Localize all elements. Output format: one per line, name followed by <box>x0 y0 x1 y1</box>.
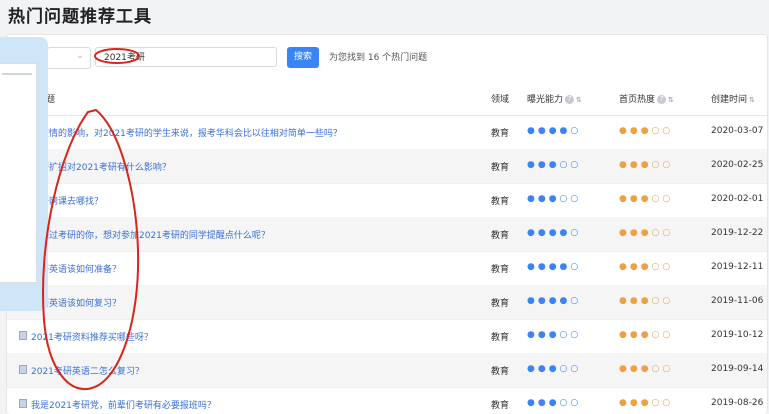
col-created[interactable]: 创建时间 ⇅ <box>711 92 755 105</box>
page-title: 热门问题推荐工具 <box>8 7 152 27</box>
table-row[interactable]: 2021考研资料推荐买哪些呀？ 教育 ●●●○○ ●●●○○ 2019-10-12 <box>7 319 767 354</box>
sort-icon[interactable]: ⇅ <box>576 96 582 104</box>
question-link[interactable]: 参加过考研的你，想对参加2021考研的同学提醒点什么呢？ <box>31 228 270 241</box>
help-icon[interactable]: ? <box>565 95 575 104</box>
date-cell: 2020-02-01 <box>711 194 764 204</box>
doc-icon <box>19 331 27 340</box>
domain-cell: 教育 <box>491 163 510 173</box>
col-hotness[interactable]: 首页热度? ⇅ <box>619 92 674 105</box>
table-row[interactable]: 考研英语该如何准备？ 教育 ●●●●○ ●●●○○ 2019-12-11 <box>7 251 767 286</box>
question-link[interactable]: 2021考研资料推荐买哪些呀？ <box>31 330 153 343</box>
result-count: 为您找到 16 个热门问题 <box>329 53 428 63</box>
question-link[interactable]: 我是2021考研党，前辈们考研有必要报班吗？ <box>31 398 216 411</box>
doc-icon <box>19 399 27 408</box>
date-cell: 2019-12-22 <box>711 228 764 238</box>
hotness-rating: ●●●○○ <box>619 126 674 136</box>
date-cell: 2019-12-11 <box>711 262 764 272</box>
table-row[interactable]: 考研英语该如何复习？ 教育 ●●●●○ ●●●○○ 2019-11-06 <box>7 285 767 320</box>
side-overlay-panel <box>0 37 48 311</box>
domain-cell: 教育 <box>491 401 510 411</box>
domain-cell: 教育 <box>491 299 510 309</box>
question-link[interactable]: 受疫情的影响，对2021考研的学生来说，报考华科会比以往相对简单一些吗？ <box>31 126 342 139</box>
domain-cell: 教育 <box>491 367 510 377</box>
chevron-down-icon: ⌄ <box>75 50 84 61</box>
table-row[interactable]: 考研网课去哪找？ 教育 ●●●○○ ●●●○○ 2020-02-01 <box>7 183 767 218</box>
help-icon[interactable]: ? <box>657 95 667 104</box>
domain-cell: 教育 <box>491 265 510 275</box>
sort-icon[interactable]: ⇅ <box>749 96 755 104</box>
date-cell: 2019-08-26 <box>711 398 764 408</box>
hotness-rating: ●●●○○ <box>619 194 674 204</box>
table-row[interactable]: 我是2021考研党，前辈们考研有必要报班吗？ 教育 ●●●○○ ●●●○○ 2019-0… <box>7 387 767 414</box>
col-hotness-label: 首页热度 <box>619 95 656 105</box>
question-link[interactable]: 2021考研英语二怎么复习？ <box>31 364 144 377</box>
date-cell: 2019-09-14 <box>711 364 764 374</box>
domain-cell: 教育 <box>491 333 510 343</box>
table-row[interactable]: 考研扩招对2021考研有什么影响？ 教育 ●●●○○ ●●●○○ 2020-02-25 <box>7 149 767 184</box>
exposure-rating: ●●●○○ <box>527 398 582 408</box>
hotness-rating: ●●●○○ <box>619 398 674 408</box>
domain-cell: 教育 <box>491 129 510 139</box>
table-row[interactable]: 2021考研英语二怎么复习？ 教育 ●●●○○ ●●●○○ 2019-09-14 <box>7 353 767 388</box>
exposure-rating: ●●●○○ <box>527 160 582 170</box>
domain-select[interactable]: ⌄ <box>47 47 91 69</box>
doc-icon <box>19 365 27 374</box>
hotness-rating: ●●●○○ <box>619 228 674 238</box>
filter-bar: ⌄ 2021考研 搜索 为您找到 16 个热门问题 <box>7 35 767 79</box>
table-row[interactable]: 参加过考研的你，想对参加2021考研的同学提醒点什么呢？ 教育 ●●●●○ ●●●○○… <box>7 217 767 252</box>
domain-cell: 教育 <box>491 197 510 207</box>
thumbnail-line <box>2 73 32 75</box>
date-cell: 2019-11-06 <box>711 296 764 306</box>
hotness-rating: ●●●○○ <box>619 330 674 340</box>
hotness-rating: ●●●○○ <box>619 364 674 374</box>
date-cell: 2020-03-07 <box>711 126 764 136</box>
col-exposure[interactable]: 曝光能力? ⇅ <box>527 92 582 105</box>
date-cell: 2020-02-25 <box>711 160 764 170</box>
col-exposure-label: 曝光能力 <box>527 95 564 105</box>
exposure-rating: ●●●●○ <box>527 228 582 238</box>
domain-cell: 教育 <box>491 231 510 241</box>
exposure-rating: ●●●●○ <box>527 296 582 306</box>
results-card: ⌄ 2021考研 搜索 为您找到 16 个热门问题 问题 领域 曝光能力?⇅ 首… <box>6 34 768 414</box>
exposure-rating: ●●●○○ <box>527 330 582 340</box>
exposure-rating: ●●●●○ <box>527 126 582 136</box>
table-header: 问题 领域 曝光能力?⇅ 首页热度?⇅ 创建时间⇅ <box>7 79 767 116</box>
hotness-rating: ●●●○○ <box>619 262 674 272</box>
hotness-rating: ●●●○○ <box>619 160 674 170</box>
exposure-rating: ●●●○○ <box>527 364 582 374</box>
search-input[interactable]: 2021考研 <box>95 47 277 67</box>
table-row[interactable]: 受疫情的影响，对2021考研的学生来说，报考华科会比以往相对简单一些吗？ 教育 ●●… <box>7 115 767 150</box>
hotness-rating: ●●●○○ <box>619 296 674 306</box>
sort-icon[interactable]: ⇅ <box>668 96 674 104</box>
question-link[interactable]: 考研扩招对2021考研有什么影响？ <box>31 160 171 173</box>
overlay-thumbnail <box>0 63 37 283</box>
date-cell: 2019-10-12 <box>711 330 764 340</box>
exposure-rating: ●●●●○ <box>527 262 582 272</box>
exposure-rating: ●●●○○ <box>527 194 582 204</box>
col-created-label: 创建时间 <box>711 95 748 105</box>
search-button[interactable]: 搜索 <box>287 47 319 68</box>
col-domain: 领域 <box>491 95 510 105</box>
